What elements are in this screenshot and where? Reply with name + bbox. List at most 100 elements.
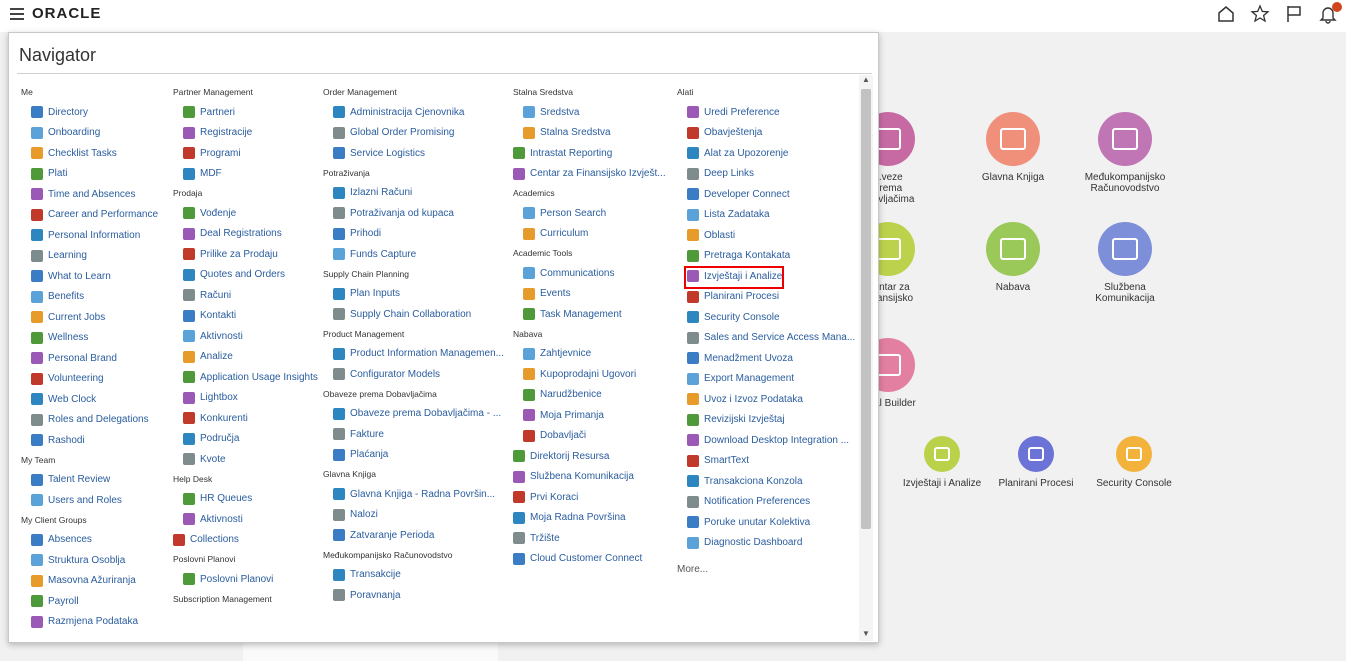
nav-item-lightbox[interactable]: Lightbox xyxy=(173,388,318,409)
nav-item-potraz-ivanja-od-kupaca[interactable]: Potraživanja od kupaca xyxy=(323,203,504,224)
nav-item-plati[interactable]: Plati xyxy=(21,164,158,185)
nav-item-narudz-benice[interactable]: Narudžbenice xyxy=(513,385,666,406)
nav-item-rac-uni[interactable]: Računi xyxy=(173,285,318,306)
nav-item-stalna-sredstva[interactable]: Stalna Sredstva xyxy=(513,123,666,144)
nav-item-plan-inputs[interactable]: Plan Inputs xyxy=(323,284,504,305)
springboard-tile-izvjes-taji-i-analize[interactable]: Izvještaji i Analize xyxy=(902,436,982,489)
nav-item-cloud-customer-connect[interactable]: Cloud Customer Connect xyxy=(513,549,666,570)
bell-icon[interactable] xyxy=(1318,2,1342,29)
nav-item-oblasti[interactable]: Oblasti xyxy=(677,225,855,246)
nav-item-poravnanja[interactable]: Poravnanja xyxy=(323,585,504,606)
nav-item-plac-anja[interactable]: Plaćanja xyxy=(323,445,504,466)
nav-item-revizijski-izvjes-taj[interactable]: Revizijski Izvještaj xyxy=(677,410,855,431)
oracle-logo[interactable]: ORACLE xyxy=(32,5,101,22)
nav-item-konkurenti[interactable]: Konkurenti xyxy=(173,408,318,429)
nav-item-checklist-tasks[interactable]: Checklist Tasks xyxy=(21,143,158,164)
nav-item-smarttext[interactable]: SmartText xyxy=(677,451,855,472)
nav-item-lista-zadataka[interactable]: Lista Zadataka xyxy=(677,205,855,226)
nav-item-diagnostic-dashboard[interactable]: Diagnostic Dashboard xyxy=(677,533,855,554)
nav-item-sredstva[interactable]: Sredstva xyxy=(513,102,666,123)
nav-item-sales-and-service-access-mana[interactable]: Sales and Service Access Mana... xyxy=(677,328,855,349)
springboard-tile-security-console[interactable]: Security Console xyxy=(1094,436,1174,489)
home-icon[interactable] xyxy=(1216,4,1236,24)
nav-item-zahtjevnice[interactable]: Zahtjevnice xyxy=(513,344,666,365)
springboard-tile-nabava[interactable]: Nabava xyxy=(978,222,1048,293)
nav-item-funds-capture[interactable]: Funds Capture xyxy=(323,244,504,265)
nav-item-podruc-ja[interactable]: Područja xyxy=(173,429,318,450)
nav-item-wellness[interactable]: Wellness xyxy=(21,328,158,349)
nav-item-users-and-roles[interactable]: Users and Roles xyxy=(21,490,158,511)
nav-item-registracije[interactable]: Registracije xyxy=(173,123,318,144)
nav-item-download-desktop-integration[interactable]: Download Desktop Integration ... xyxy=(677,430,855,451)
nav-item-current-jobs[interactable]: Current Jobs xyxy=(21,307,158,328)
nav-item-kvote[interactable]: Kvote xyxy=(173,449,318,470)
nav-item-deep-links[interactable]: Deep Links xyxy=(677,164,855,185)
nav-item-alat-za-upozorenje[interactable]: Alat za Upozorenje xyxy=(677,143,855,164)
nav-item-razmjena-podataka[interactable]: Razmjena Podataka xyxy=(21,612,158,633)
nav-item-personal-brand[interactable]: Personal Brand xyxy=(21,348,158,369)
nav-item-kontakti[interactable]: Kontakti xyxy=(173,306,318,327)
nav-item-roles-and-delegations[interactable]: Roles and Delegations xyxy=(21,410,158,431)
nav-item-intrastat-reporting[interactable]: Intrastat Reporting xyxy=(513,143,666,164)
nav-item-moja-radna-povrs-ina[interactable]: Moja Radna Površina xyxy=(513,508,666,529)
nav-item-planirani-procesi[interactable]: Planirani Procesi xyxy=(677,287,855,308)
nav-item-events[interactable]: Events xyxy=(513,284,666,305)
nav-item-uvoz-i-izvoz-podataka[interactable]: Uvoz i Izvoz Podataka xyxy=(677,389,855,410)
scroll-up-icon[interactable]: ▲ xyxy=(859,75,873,87)
nav-item-task-management[interactable]: Task Management xyxy=(513,304,666,325)
nav-item-nalozi[interactable]: Nalozi xyxy=(323,505,504,526)
nav-item-centar-za-finansijsko-izvjes-t[interactable]: Centar za Finansijsko Izvješt... xyxy=(513,164,666,185)
navigator-scrollbar[interactable]: ▲ ▼ xyxy=(859,75,873,641)
nav-item-aktivnosti[interactable]: Aktivnosti xyxy=(173,509,318,530)
nav-item-kupoprodajni-ugovori[interactable]: Kupoprodajni Ugovori xyxy=(513,364,666,385)
nav-item-aktivnosti[interactable]: Aktivnosti xyxy=(173,326,318,347)
nav-item-masovna-az-uriranja[interactable]: Masovna Ažuriranja xyxy=(21,571,158,592)
nav-item-person-search[interactable]: Person Search xyxy=(513,203,666,224)
nav-item-personal-information[interactable]: Personal Information xyxy=(21,225,158,246)
nav-item-application-usage-insights[interactable]: Application Usage Insights xyxy=(173,367,318,388)
nav-item-talent-review[interactable]: Talent Review xyxy=(21,470,158,491)
nav-item-supply-chain-collaboration[interactable]: Supply Chain Collaboration xyxy=(323,304,504,325)
nav-item-service-logistics[interactable]: Service Logistics xyxy=(323,143,504,164)
nav-item-global-order-promising[interactable]: Global Order Promising xyxy=(323,123,504,144)
nav-item-curriculum[interactable]: Curriculum xyxy=(513,224,666,245)
nav-item-payroll[interactable]: Payroll xyxy=(21,591,158,612)
nav-item-security-console[interactable]: Security Console xyxy=(677,307,855,328)
nav-item-vo-enje[interactable]: Vođenje xyxy=(173,203,318,224)
nav-item-programi[interactable]: Programi xyxy=(173,143,318,164)
springboard-tile-planirani-procesi[interactable]: Planirani Procesi xyxy=(996,436,1076,489)
nav-item-fakture[interactable]: Fakture xyxy=(323,424,504,445)
nav-item-directory[interactable]: Directory xyxy=(21,102,158,123)
nav-item-direktorij-resursa[interactable]: Direktorij Resursa xyxy=(513,446,666,467)
nav-item-volunteering[interactable]: Volunteering xyxy=(21,369,158,390)
nav-item-product-information-managemen[interactable]: Product Information Managemen... xyxy=(323,344,504,365)
nav-item-glavna-knjiga-radna-povrs-in[interactable]: Glavna Knjiga - Radna Površin... xyxy=(323,484,504,505)
nav-item-zatvaranje-perioda[interactable]: Zatvaranje Perioda xyxy=(323,525,504,546)
springboard-tile-sluz-bena-komunikacija[interactable]: Službena Komunikacija xyxy=(1080,222,1170,304)
nav-item-trz-is-te[interactable]: Tržište xyxy=(513,528,666,549)
scroll-thumb[interactable] xyxy=(861,89,871,529)
nav-item-uredi-preference[interactable]: Uredi Preference xyxy=(677,102,855,123)
nav-item-notification-preferences[interactable]: Notification Preferences xyxy=(677,492,855,513)
nav-item-poruke-unutar-kolektiva[interactable]: Poruke unutar Kolektiva xyxy=(677,512,855,533)
nav-item-collections[interactable]: Collections xyxy=(173,530,318,551)
nav-item-export-management[interactable]: Export Management xyxy=(677,369,855,390)
menu-icon[interactable] xyxy=(10,8,24,20)
nav-item-absences[interactable]: Absences xyxy=(21,530,158,551)
nav-item-what-to-learn[interactable]: What to Learn xyxy=(21,266,158,287)
nav-item-onboarding[interactable]: Onboarding xyxy=(21,123,158,144)
springboard-tile-me-ukompanijsko-rac-unovodstvo[interactable]: Međukompanijsko Računovodstvo xyxy=(1080,112,1170,194)
nav-item-hr-queues[interactable]: HR Queues xyxy=(173,489,318,510)
nav-item-obaveze-prema-dobavljac-ima[interactable]: Obaveze prema Dobavljačima - ... xyxy=(323,404,504,425)
nav-item-moja-primanja[interactable]: Moja Primanja xyxy=(513,405,666,426)
nav-item-time-and-absences[interactable]: Time and Absences xyxy=(21,184,158,205)
nav-item-configurator-models[interactable]: Configurator Models xyxy=(323,364,504,385)
nav-item-analize[interactable]: Analize xyxy=(173,347,318,368)
nav-item-web-clock[interactable]: Web Clock xyxy=(21,389,158,410)
nav-item-deal-registrations[interactable]: Deal Registrations xyxy=(173,224,318,245)
nav-item-struktura-osoblja[interactable]: Struktura Osoblja xyxy=(21,550,158,571)
nav-item-pretraga-kontakata[interactable]: Pretraga Kontakata xyxy=(677,246,855,267)
nav-item-administracija-cjenovnika[interactable]: Administracija Cjenovnika xyxy=(323,102,504,123)
flag-icon[interactable] xyxy=(1284,4,1304,24)
nav-item-dobavljac-i[interactable]: Dobavljači xyxy=(513,426,666,447)
